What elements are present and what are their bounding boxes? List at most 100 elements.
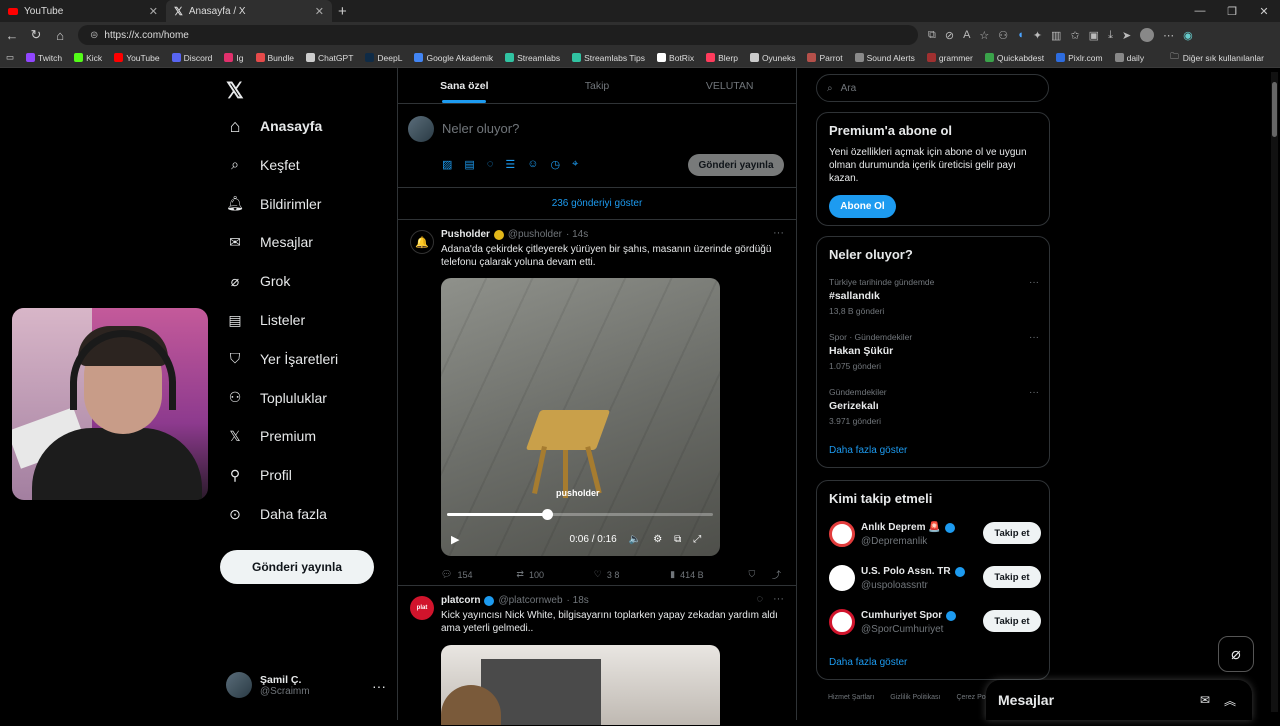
browser-tab-x[interactable]: 𝕏 Anasayfa / X ✕ <box>166 0 332 22</box>
nav-item-bildirimler[interactable]: 🔔︎ Bildirimler <box>226 195 321 213</box>
page-scrollbar[interactable] <box>1271 72 1278 712</box>
minimize-button[interactable]: — <box>1184 5 1216 17</box>
tab-list[interactable]: VELUTAN <box>663 68 796 103</box>
bookmark-item[interactable]: ChatGPT <box>300 53 359 63</box>
tweet-author-name[interactable]: platcorn <box>441 595 480 606</box>
tweet-video[interactable]: pusholder ▶ 0:06 / 0:16 🔈 ⚙ ⧉ ⤢ <box>441 278 720 556</box>
account-switcher[interactable]: Şamil Ç. @Scraimm <box>226 672 310 698</box>
nav-item-premium[interactable]: 𝕏 Premium <box>226 427 316 445</box>
collections-icon[interactable]: ▣ <box>1089 29 1099 42</box>
search-input[interactable]: ⌕ Ara <box>816 74 1049 102</box>
x-logo-icon[interactable]: 𝕏 <box>226 78 244 104</box>
nav-item-profil[interactable]: ⚲ Profil <box>226 466 292 484</box>
nav-item-ke-fet[interactable]: ⌕ Keşfet <box>226 156 300 174</box>
bookmark-item[interactable]: Bundle <box>250 53 300 63</box>
bookmark-item[interactable]: Discord <box>166 53 219 63</box>
home-icon[interactable]: ⌂ <box>48 28 72 43</box>
tweet-author-name[interactable]: Pusholder <box>441 229 490 240</box>
more-dots-icon[interactable]: ··· <box>1029 332 1039 343</box>
trend-item[interactable]: Türkiye tarihinde gündemde #sallandık 13… <box>829 277 1039 316</box>
bookmark-item[interactable]: DeepL <box>359 53 408 63</box>
trend-item[interactable]: Spor · Gündemdekiler Hakan Şükür 1.075 g… <box>829 332 1039 371</box>
copilot-icon[interactable]: ◉ <box>1183 29 1193 42</box>
bookmark-item[interactable]: daily <box>1109 53 1150 63</box>
schedule-icon[interactable]: ◷ <box>550 158 560 171</box>
browser-tab-youtube[interactable]: YouTube ✕ <box>0 0 166 22</box>
split-icon[interactable]: ▥ <box>1051 29 1061 42</box>
more-dots-icon[interactable]: ··· <box>773 227 784 239</box>
tracking-icon[interactable]: ⊘ <box>945 29 954 42</box>
follow-suggestion[interactable]: Anlık Deprem 🚨 @Depremanlik Takip et <box>829 521 1041 551</box>
nav-item-yer-i-aretleri[interactable]: ⛉ Yer İşaretleri <box>226 350 338 368</box>
bookmark-item[interactable]: Streamlabs Tips <box>566 53 651 63</box>
like-button[interactable]: ♡ 3 8 <box>594 569 670 580</box>
bookmark-item[interactable]: Quickabdest <box>979 53 1050 63</box>
show-new-posts-button[interactable]: 236 gönderiyi göster <box>398 188 796 220</box>
new-tab-button[interactable]: + <box>338 3 347 20</box>
location-icon[interactable]: ⌖ <box>572 158 578 171</box>
screenshot-icon[interactable]: ⧉ <box>928 29 936 42</box>
tweet[interactable]: 🔔 Pusholder @pusholder · 14s ··· Adana'd… <box>398 220 796 586</box>
gif-icon[interactable]: ▤ <box>464 158 474 171</box>
compose-post-button[interactable]: Gönderi yayınla <box>688 154 784 176</box>
new-message-icon[interactable]: ✉ <box>1200 693 1210 707</box>
bookmark-item[interactable]: Oyuneks <box>744 53 802 63</box>
show-more-trends-link[interactable]: Daha fazla göster <box>829 445 907 456</box>
more-dots-icon[interactable]: ··· <box>1029 277 1039 288</box>
pip-icon[interactable]: ⧉ <box>674 534 681 545</box>
tweet-author-handle[interactable]: @pusholder <box>508 229 562 240</box>
bookmark-item[interactable]: BotRix <box>651 53 700 63</box>
bookmark-item[interactable]: grammer <box>921 53 979 63</box>
bookmark-item[interactable]: Parrot <box>801 53 848 63</box>
bookmark-item[interactable]: Blerp <box>700 53 744 63</box>
avatar[interactable] <box>829 565 855 591</box>
avatar[interactable]: 🔔 <box>410 230 434 254</box>
views-button[interactable]: ▮ 414 B <box>670 569 748 580</box>
bookmark-item[interactable]: Google Akademik <box>408 53 499 63</box>
more-dots-icon[interactable]: ··· <box>372 678 386 694</box>
nav-item-grok[interactable]: ⌀ Grok <box>226 272 291 290</box>
favorites-icon[interactable]: ✩ <box>1070 29 1079 42</box>
more-dots-icon[interactable]: ··· <box>1029 387 1039 398</box>
show-more-follow-link[interactable]: Daha fazla göster <box>829 657 907 668</box>
audio-icon[interactable]: ◖ <box>1017 29 1024 41</box>
grok-floating-button[interactable]: ⌀ <box>1218 636 1254 672</box>
follow-suggestion[interactable]: Cumhuriyet Spor @SporCumhuriyet Takip et <box>829 609 1041 639</box>
reload-icon[interactable]: ↻ <box>24 27 48 43</box>
post-button[interactable]: Gönderi yayınla <box>220 550 374 584</box>
footer-link[interactable]: Hizmet Şartları <box>828 694 874 701</box>
tweet-image[interactable] <box>441 645 720 725</box>
back-icon[interactable]: ← <box>0 28 24 43</box>
menu-icon[interactable]: ⋯ <box>1163 29 1174 42</box>
profile-avatar[interactable] <box>1140 28 1155 42</box>
avatar[interactable]: plat <box>410 596 434 620</box>
share-icon[interactable]: ➤ <box>1122 29 1131 42</box>
follow-button[interactable]: Takip et <box>983 610 1041 632</box>
close-window-button[interactable]: ✕ <box>1248 5 1280 18</box>
nav-item-anasayfa[interactable]: ⌂ Anasayfa <box>226 116 323 136</box>
volume-icon[interactable]: 🔈 <box>629 534 641 545</box>
messages-drawer[interactable]: Mesajlar ✉ ︽ <box>986 680 1252 720</box>
image-icon[interactable]: ▨ <box>442 158 452 171</box>
tab-following[interactable]: Takip <box>531 68 664 103</box>
footer-link[interactable]: Gizlilik Politikası <box>890 694 940 701</box>
tweet-time[interactable]: · 14s <box>566 229 588 240</box>
nav-item-topluluklar[interactable]: ⚇ Topluluklar <box>226 389 327 407</box>
fullscreen-icon[interactable]: ⤢ <box>693 534 701 545</box>
bookmark-item[interactable]: Twitch <box>20 53 68 63</box>
video-progress-bar[interactable] <box>447 509 713 520</box>
tweet-time[interactable]: · 18s <box>567 595 589 606</box>
follow-suggestion[interactable]: U.S. Polo Assn. TR @uspoloassntr Takip e… <box>829 565 1041 595</box>
play-icon[interactable]: ▶ <box>451 533 459 546</box>
url-field[interactable]: ⊜ https://x.com/home <box>78 25 918 45</box>
tab-for-you[interactable]: Sana özel <box>398 68 531 103</box>
grok-icon[interactable]: ◌ <box>487 158 494 171</box>
bookmark-item[interactable]: Streamlabs <box>499 53 566 63</box>
nav-item-daha-fazla[interactable]: ⊙ Daha fazla <box>226 505 327 523</box>
avatar[interactable] <box>829 521 855 547</box>
expand-icon[interactable]: ︽ <box>1224 692 1236 709</box>
footer-link[interactable]: Çerez Pol <box>956 694 987 701</box>
follow-button[interactable]: Takip et <box>983 566 1041 588</box>
favorite-star-icon[interactable]: ☆ <box>979 29 989 42</box>
reply-button[interactable]: 💬︎ 154 <box>441 569 516 580</box>
